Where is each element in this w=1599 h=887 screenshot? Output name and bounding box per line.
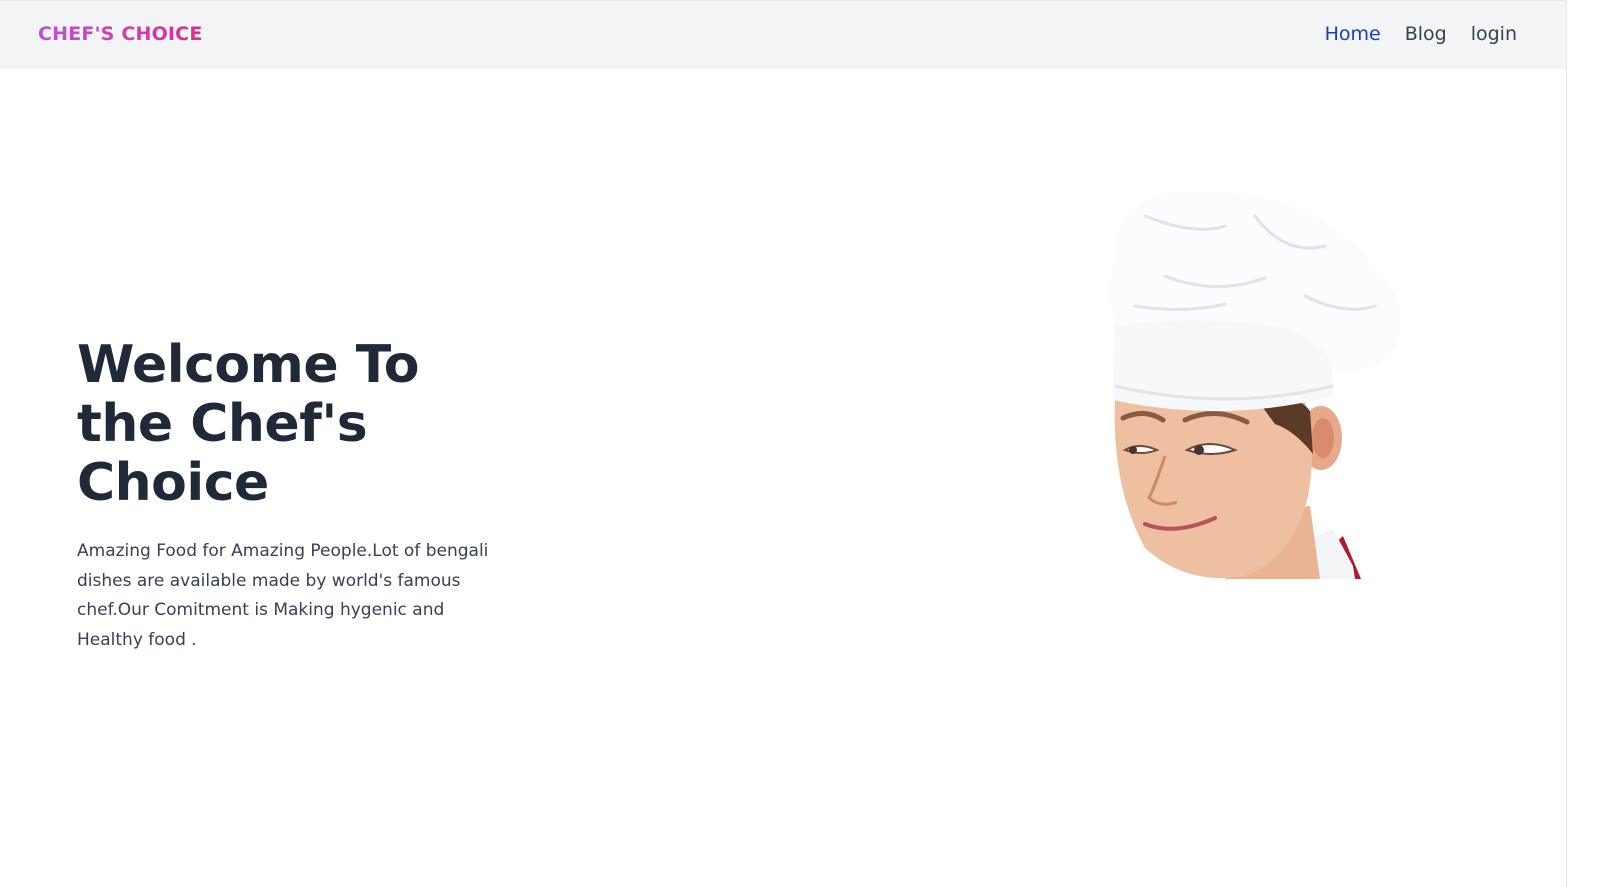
hero-title-line-1: Welcome To [77, 335, 420, 395]
nav-link-home[interactable]: Home [1325, 23, 1381, 45]
scrollbar-track[interactable] [1566, 0, 1599, 887]
chef-portrait-image [1105, 186, 1415, 579]
hero-description: Amazing Food for Amazing People.Lot of b… [77, 541, 489, 650]
chef-illustration [1110, 190, 1402, 579]
page: CHEF'S CHOICE Home Blog login Welcome To… [0, 0, 1567, 887]
top-navbar: CHEF'S CHOICE Home Blog login [0, 0, 1567, 69]
hero-title-line-2: the Chef's [77, 394, 368, 454]
hero-title-line-3: Choice [77, 453, 269, 513]
hero-text-block: Welcome To the Chef's Choice Amazing Foo… [77, 336, 517, 655]
hero-title: Welcome To the Chef's Choice [77, 336, 517, 513]
brand-logo[interactable]: CHEF'S CHOICE [38, 23, 203, 45]
nav-link-login[interactable]: login [1471, 23, 1517, 45]
nav-link-blog[interactable]: Blog [1405, 23, 1447, 45]
nav-links: Home Blog login [1325, 23, 1517, 45]
